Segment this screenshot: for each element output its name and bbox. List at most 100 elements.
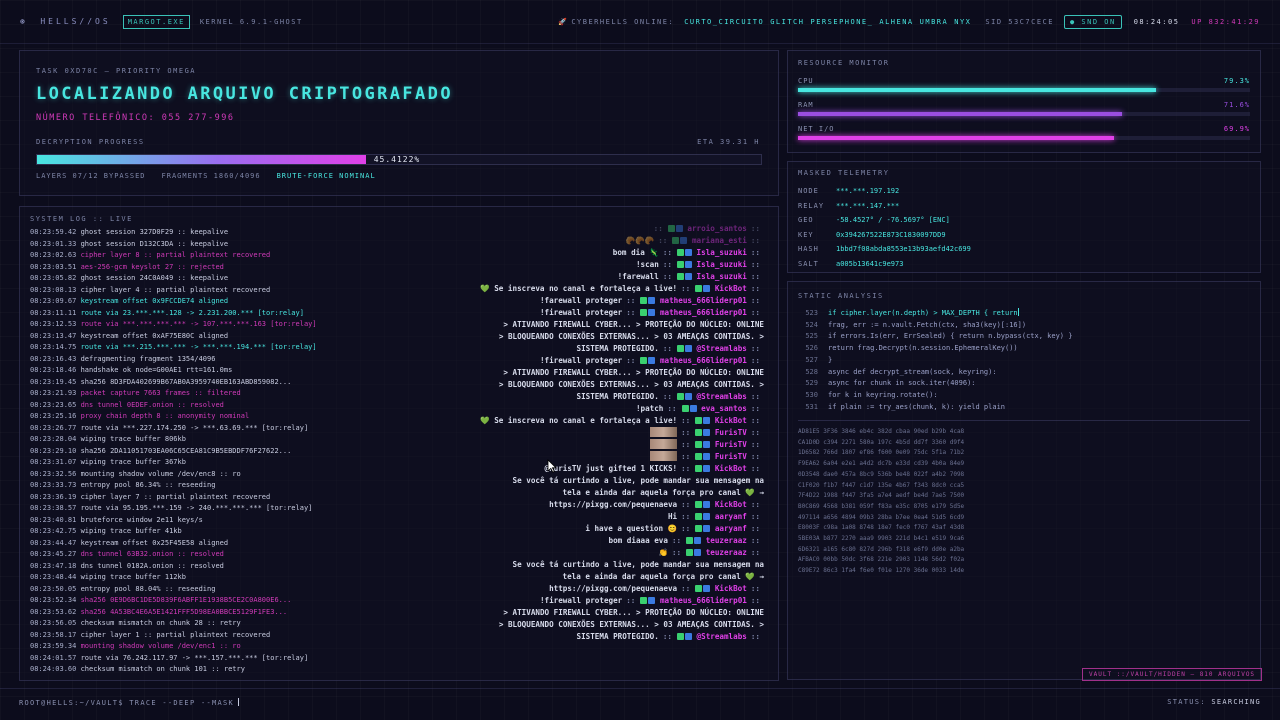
online-user[interactable]: ALHENA [879,18,913,26]
hex-row: AD81E5 3F36 3846 eb4c 382d cbaa 90ed b29… [798,428,965,435]
code-text: return frag.Decrypt(n.session.EphemeralK… [828,344,1018,353]
user-badge-icon [694,549,702,556]
chat-text: SISTEMA PROTEGIDO. [576,344,659,353]
chat-separator: :: [671,536,682,545]
top-bar: ⊛ HELLS//OS MARGOT.EXE KERNEL 6.9.1-GHOS… [0,0,1280,44]
log-message: sha256 4A53BC4E6A5E1421FFF5D98EA0BBCE512… [80,607,288,616]
chat-username[interactable]: Isla_suzuki [697,248,747,257]
chat-text: > ATIVANDO FIREWALL CYBER... > PROTEÇÃO … [503,608,764,617]
chat-username[interactable]: matheus_666liderp01 [660,356,747,365]
chat-message: tela e ainda dar aquela força pro canal … [344,571,764,583]
layers-stat: LAYERS 07/12 BYPASSED [36,172,146,180]
log-message: keystream offset 0xAF75E80C aligned [80,331,229,340]
sound-toggle[interactable]: ● SND ON [1063,14,1122,29]
log-message: route via ***.***.***.*** -> 107.***.***… [80,320,317,328]
user-badge-icon [703,513,711,520]
chat-username[interactable]: teuzeraaz [706,548,747,557]
chat-username[interactable]: aaryanf [715,512,747,521]
log-timestamp: 08:23:13.47 [30,331,77,340]
progress-fill [37,155,366,164]
online-user[interactable]: UMBRA [920,18,949,26]
user-badge-icon [695,417,703,424]
online-user[interactable]: CURTO_CIRCUITO [684,18,764,26]
chat-separator: :: [750,584,760,593]
chat-username[interactable]: matheus_666liderp01 [660,296,747,305]
user-badge-icon [672,237,680,244]
log-entry: 08:23:08.13 cipher layer 4 :: partial pl… [30,285,360,297]
log-entry: 08:23:03.51 aes-256-gcm keyslot 27 :: re… [30,262,360,274]
uptime: UP 832:41:29 [1191,17,1260,26]
chat-message: !firewall proteger:: matheus_666liderp01… [344,595,764,607]
chat-username[interactable]: FurisTV [715,440,747,449]
chat-username[interactable]: Isla_suzuki [697,272,747,281]
user-badge-icon [640,357,648,364]
chat-message: Se você tá curtindo a live, pode mandar … [344,475,764,487]
chat-separator: :: [626,308,636,317]
chat-text: bom diaaa eva [608,536,668,545]
chat-username[interactable]: @Streamlabs [697,344,747,353]
chat-text: 💚 Se inscreva no canal e fortaleça a liv… [480,416,678,425]
online-user[interactable]: PERSEPHONE_ [811,18,874,26]
telemetry-row: NODE ***.***.197.192 [798,184,971,199]
log-entry: 08:23:19.45 sha256 8D3FDA402699B67AB0A39… [30,377,360,389]
log-message: route via 95.195.***.159 -> 240.***.***.… [80,504,313,512]
resource-title: RESOURCE MONITOR [798,59,890,67]
chat-separator: :: [750,512,760,521]
chat-username[interactable]: KickBot [715,284,747,293]
text-caret [238,698,240,706]
log-list[interactable]: 08:23:59.42 ghost session 327D0F29 :: ke… [30,227,360,679]
chat-username[interactable]: KickBot [715,500,747,509]
online-user[interactable]: GLITCH [770,18,804,26]
log-message: cipher layer 7 :: partial plaintext reco… [80,492,271,501]
log-timestamp: 08:23:38.57 [30,504,77,512]
log-timestamp: 08:23:05.82 [30,274,77,282]
code-line: 524 frag, err := n.vault.Fetch(ctx, sha3(… [798,320,1072,332]
vault-badge[interactable]: VAULT ::/VAULT/HIDDEN — 810 ARQUIVOS [1082,668,1263,681]
session-id: SID 53C7CECE [985,17,1054,26]
divider [798,420,1250,421]
log-entry: 08:23:42.75 wiping trace buffer 41kb [30,526,360,538]
log-message: mounting shadow volume /dev/enc8 :: ro [80,469,241,478]
chat-username[interactable]: aaryanf [715,524,747,533]
chat-username[interactable]: arroio_santos [687,224,746,233]
hex-row: F9EA62 6a04 e2e1 a4d2 dc7b e33d cd39 4b0… [798,460,965,468]
chat-username[interactable]: FurisTV [715,452,747,461]
log-timestamp: 08:23:52.34 [30,596,77,604]
log-timestamp: 08:24:03.60 [30,665,77,673]
chat-username[interactable]: @Streamlabs [697,632,747,641]
user-badge-icon [694,537,702,544]
brand-title: HELLS//OS [40,17,111,26]
command-prompt[interactable]: ROOT@HELLS:~/VAULT$ TRACE --DEEP --MASK [19,698,240,707]
log-entry: 08:23:40.81 bruteforce window 2e11 keys/… [30,515,360,527]
code-line: 523 if cipher.layer(n.depth) > MAX_DEPTH … [798,308,1072,320]
chat-overlay[interactable]: :: arroio_santos:: 🥐🥐🥐:: mariana_esti:: bo… [344,223,764,679]
chat-username[interactable]: KickBot [715,464,747,473]
chat-username[interactable]: FurisTV [715,428,747,437]
chat-username[interactable]: mariana_esti [692,236,747,245]
log-entry: 08:23:02.63 cipher layer 8 :: partial pl… [30,250,360,262]
line-number: 524 [805,320,818,329]
chat-username[interactable]: @Streamlabs [697,392,747,401]
chat-username[interactable]: matheus_666liderp01 [660,596,747,605]
user-badge-icon [684,345,692,352]
chat-username[interactable]: teuzeraaz [706,536,747,545]
chat-username[interactable]: matheus_666liderp01 [660,308,747,317]
hex-row: 6D6321 a165 6c80 827d 296b f318 e6f9 dd0… [798,545,965,553]
chat-text: https://pixgg.com/pequenaeva [549,584,678,593]
user-badge-icon [676,633,684,640]
chat-username[interactable]: Isla_suzuki [697,260,747,269]
online-user[interactable]: NYX [954,18,971,26]
log-message: sha256 0E9D6BC1DE5D839F6ABFF1E1938B5CE2C… [80,596,292,604]
user-badge-icon [684,633,692,640]
chat-message: > BLOQUEANDO CONEXÕES EXTERNAS... > 03 A… [344,619,764,631]
chat-username[interactable]: KickBot [715,584,747,593]
chat-message: !farewall:: Isla_suzuki:: [344,271,764,283]
user-badge-icon [703,417,711,424]
chat-message: 👏:: teuzeraaz:: [344,547,764,559]
emote-image-icon [650,427,678,437]
chat-username[interactable]: eva_santos [701,404,747,413]
user-badge-icon [648,597,656,604]
code-line: 531 if plain := try_aes(chunk, k): yield … [798,402,1072,414]
chat-message: 💚 Se inscreva no canal e fortaleça a liv… [344,415,764,427]
chat-username[interactable]: KickBot [715,416,747,425]
